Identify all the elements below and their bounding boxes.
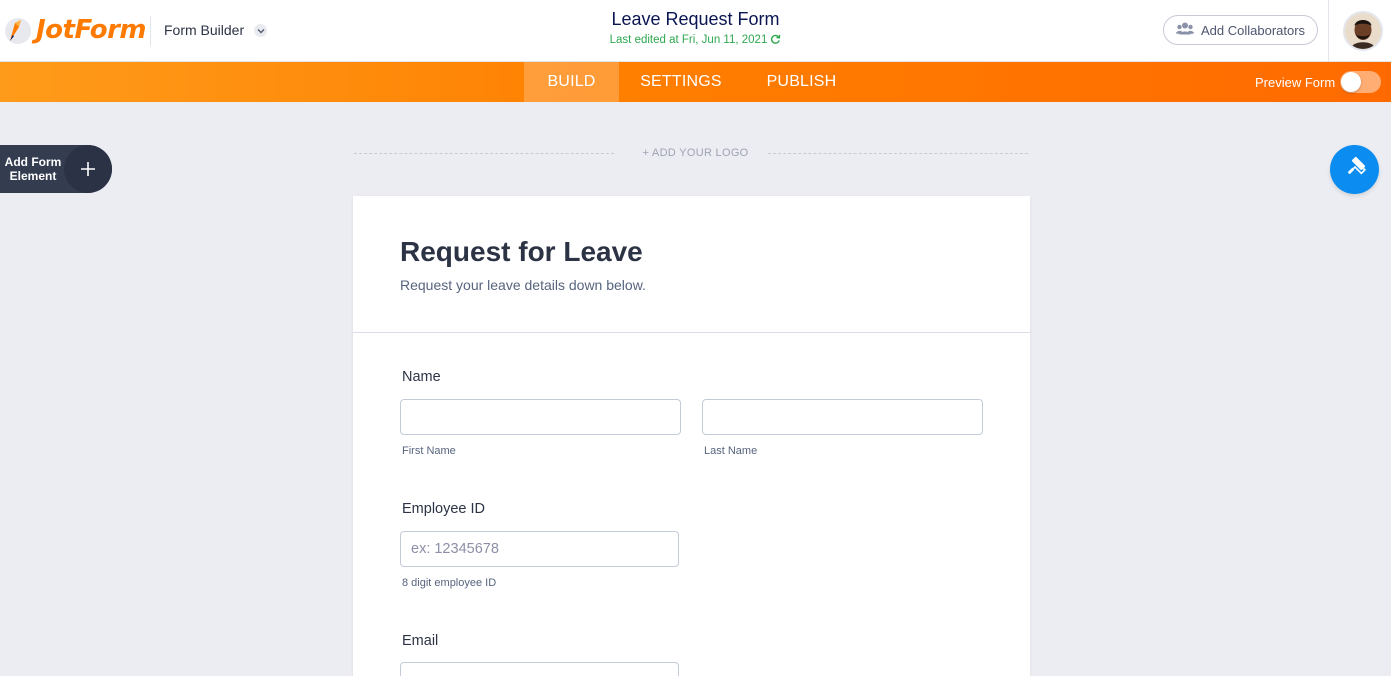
- last-name-sublabel: Last Name: [704, 445, 758, 457]
- employee-id-sublabel: 8 digit employee ID: [402, 577, 497, 589]
- top-bar: JotForm Form Builder Leave Request Form …: [0, 0, 1391, 62]
- refresh-icon[interactable]: [767, 34, 781, 46]
- toggle-knob: [1341, 72, 1361, 92]
- header-divider-right: [1328, 0, 1329, 62]
- user-avatar[interactable]: [1343, 11, 1383, 51]
- form-header[interactable]: Request for Leave Request your leave det…: [353, 196, 1030, 333]
- paint-roller-icon: [1344, 156, 1366, 183]
- last-name-input[interactable]: [702, 399, 983, 435]
- tab-settings[interactable]: SETTINGS: [631, 62, 731, 102]
- users-icon: [1176, 22, 1201, 38]
- tab-build[interactable]: BUILD: [524, 62, 619, 102]
- form-heading[interactable]: Request for Leave: [400, 236, 643, 268]
- main-nav: BUILD SETTINGS PUBLISH Preview Form: [0, 62, 1391, 102]
- employee-id-label: Employee ID: [402, 501, 486, 517]
- tab-publish[interactable]: PUBLISH: [755, 62, 848, 102]
- email-label: Email: [402, 633, 439, 649]
- name-field-label: Name: [402, 369, 441, 385]
- add-collaborators-label: Add Collaborators: [1201, 22, 1306, 38]
- first-name-sublabel: First Name: [402, 445, 456, 457]
- add-logo-link[interactable]: + ADD YOUR LOGO: [0, 147, 1391, 159]
- preview-form-toggle[interactable]: [1340, 71, 1381, 93]
- form-card: Request for Leave Request your leave det…: [353, 196, 1030, 676]
- form-designer-button[interactable]: [1330, 145, 1379, 194]
- add-form-element-label: Add Form Element: [4, 155, 62, 183]
- form-subheading[interactable]: Request your leave details down below.: [400, 277, 646, 293]
- employee-id-input[interactable]: [400, 531, 679, 567]
- add-collaborators-button[interactable]: Add Collaborators: [1163, 15, 1318, 45]
- last-edited-text: Last edited at Fri, Jun 11, 2021: [609, 34, 768, 46]
- preview-form-label: Preview Form: [1255, 75, 1336, 90]
- first-name-input[interactable]: [400, 399, 681, 435]
- email-input[interactable]: [400, 662, 679, 676]
